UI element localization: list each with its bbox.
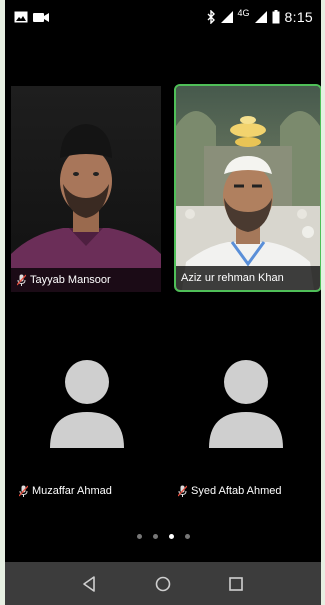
signal-icon [220, 11, 233, 23]
video-icon [33, 12, 49, 22]
participant-tile-4[interactable] [209, 360, 283, 453]
participant-video-1 [11, 86, 161, 292]
meeting-screen: 4G 8:15 Tayyab Mansoor Aziz ur rehman Kh… [5, 0, 321, 605]
participant-name: Aziz ur rehman Khan [181, 272, 284, 284]
participant-tile-1[interactable]: Tayyab Mansoor [11, 86, 161, 292]
mic-muted-icon [178, 485, 187, 497]
participant-name-row-3: Muzaffar Ahmad [19, 485, 112, 497]
participant-name-row-4: Syed Aftab Ahmed [178, 485, 282, 497]
page-dot-3[interactable] [168, 534, 174, 539]
page-indicator [5, 534, 321, 539]
network-type: 4G [237, 8, 250, 18]
page-dot-1[interactable] [136, 534, 142, 539]
participant-name: Muzaffar Ahmad [32, 485, 112, 497]
navigation-bar [5, 562, 321, 605]
participant-name: Tayyab Mansoor [30, 274, 111, 286]
recents-icon[interactable] [224, 572, 248, 596]
home-icon[interactable] [151, 572, 175, 596]
status-bar: 4G 8:15 [5, 0, 321, 36]
participant-tile-2[interactable]: Aziz ur rehman Khan [174, 84, 321, 292]
mic-muted-icon [17, 274, 26, 286]
bluetooth-icon [207, 10, 215, 24]
image-icon [14, 11, 28, 23]
participant-tile-3[interactable] [50, 360, 124, 453]
page-dot-4[interactable] [184, 534, 190, 539]
clock: 8:15 [284, 9, 313, 25]
participant-video-2 [176, 86, 320, 290]
battery-icon [272, 10, 280, 24]
avatar-placeholder-icon [209, 360, 283, 448]
back-icon[interactable] [77, 572, 101, 596]
signal-icon-2 [254, 11, 267, 23]
avatar-placeholder-icon [50, 360, 124, 448]
page-dot-2[interactable] [152, 534, 158, 539]
participant-name: Syed Aftab Ahmed [191, 485, 282, 497]
participant-name-row-1: Tayyab Mansoor [11, 268, 161, 292]
participant-name-row-2: Aziz ur rehman Khan [176, 266, 320, 290]
mic-muted-icon [19, 485, 28, 497]
